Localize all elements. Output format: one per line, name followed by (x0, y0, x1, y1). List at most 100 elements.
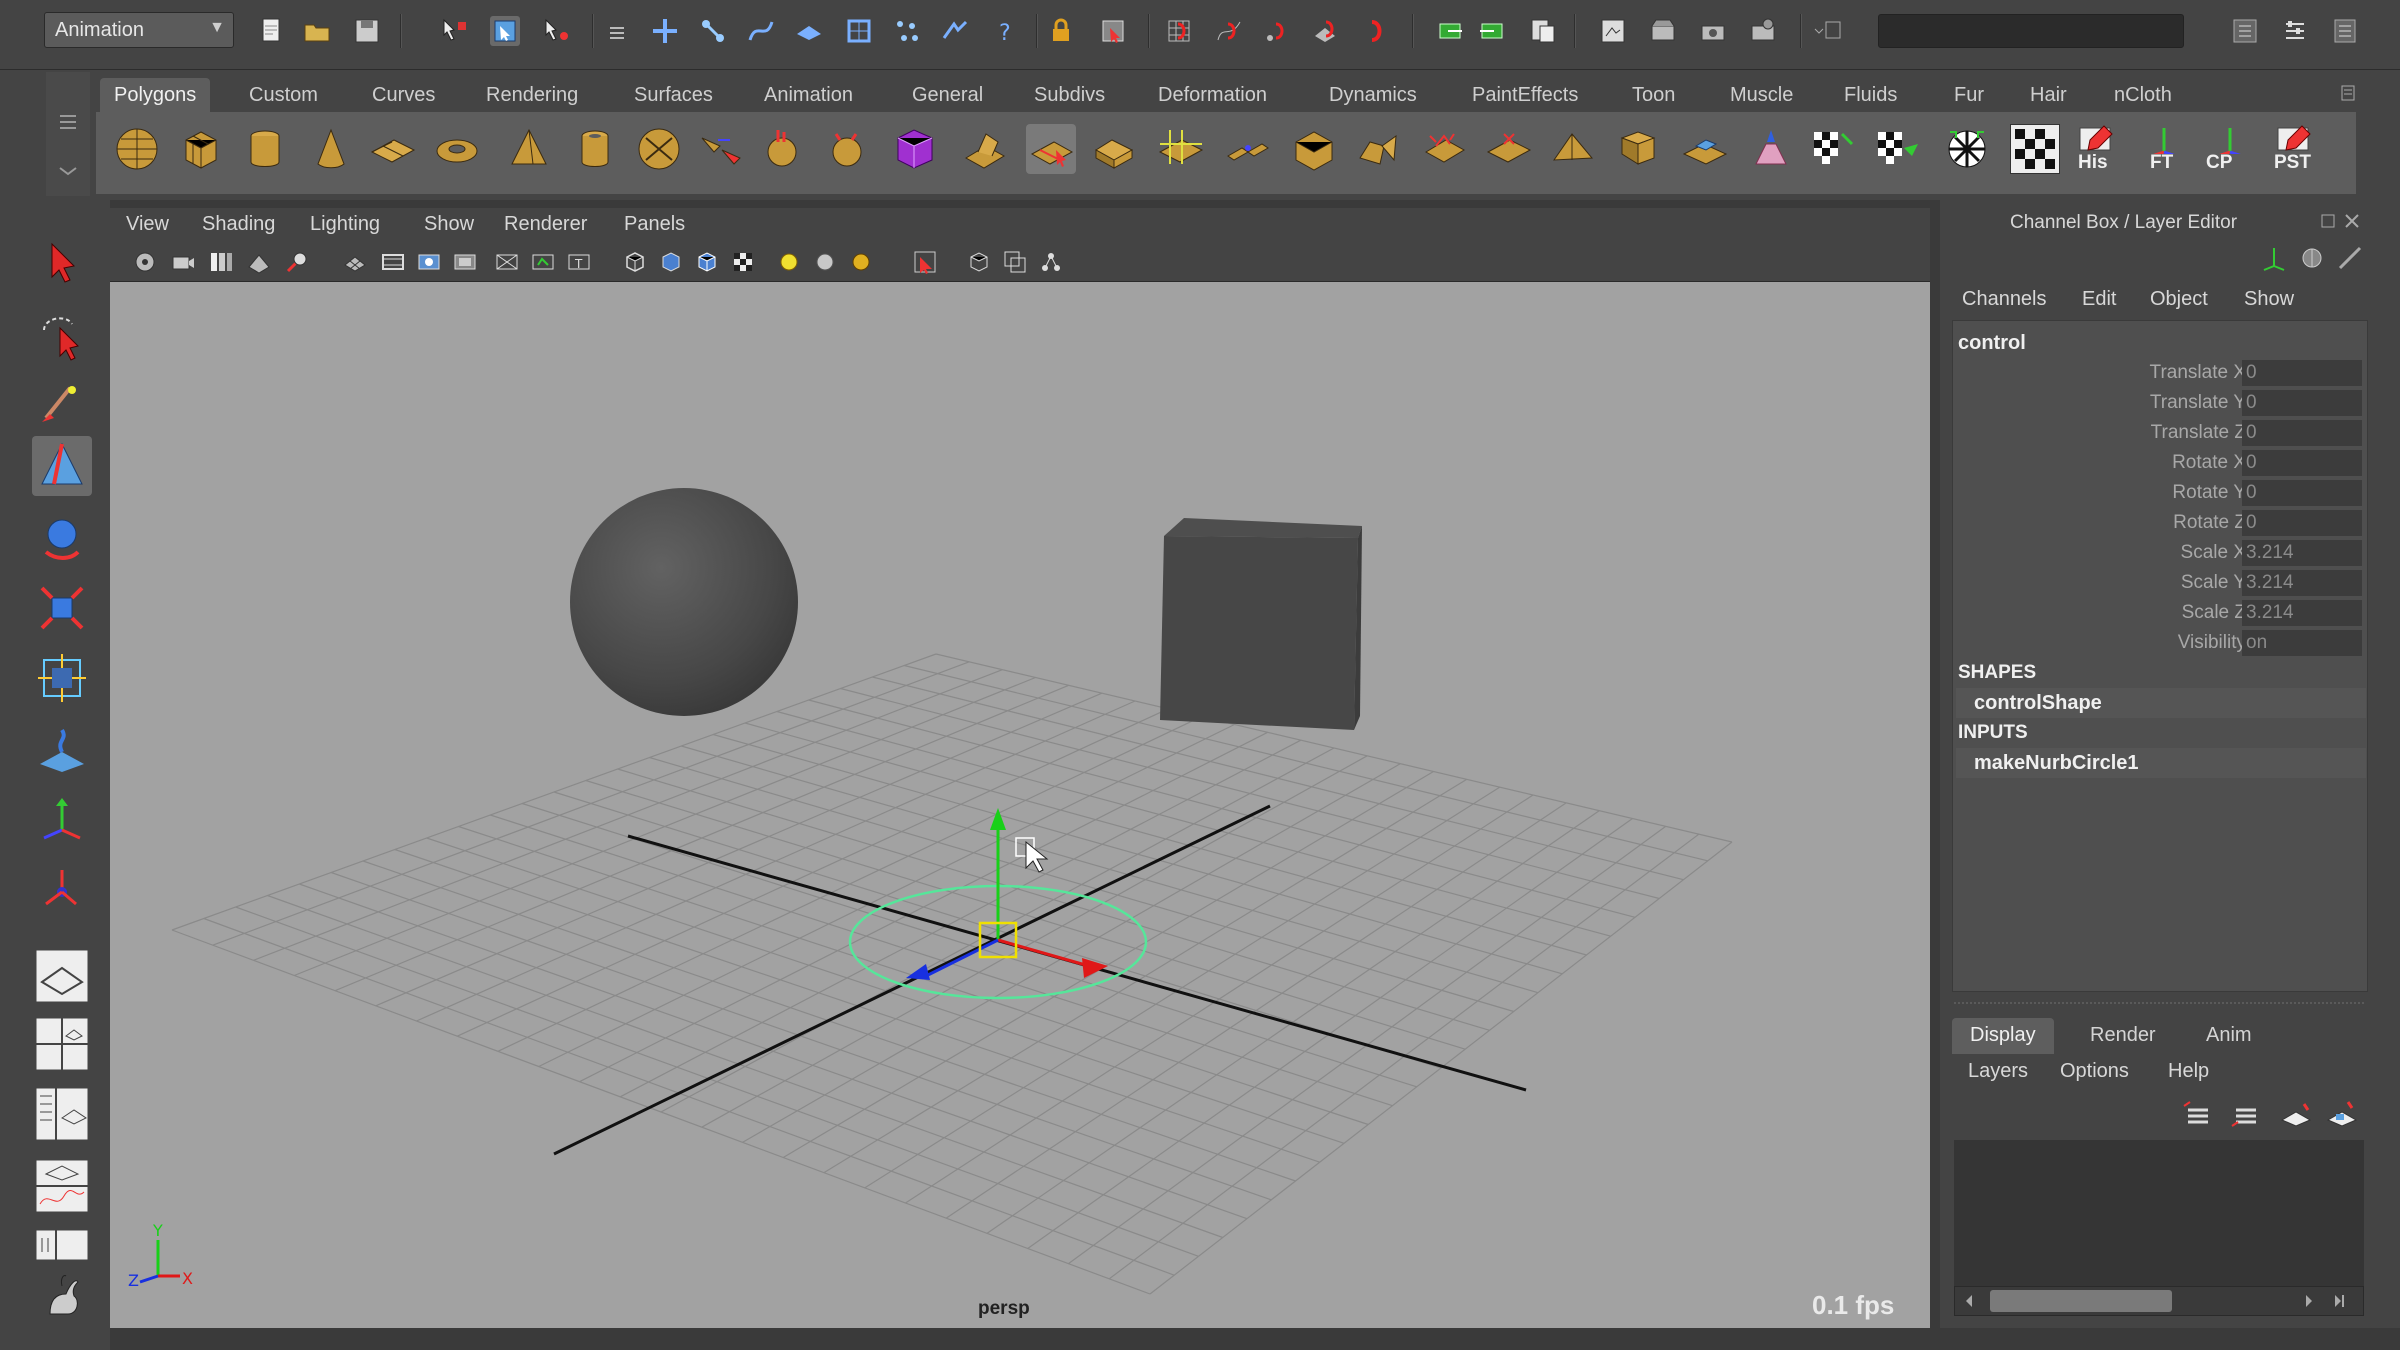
shelf-tab-toon[interactable]: Toon (1618, 78, 1689, 112)
shelf-tab-ncloth[interactable]: nCloth (2100, 78, 2186, 112)
select-dynamics-icon[interactable] (892, 16, 922, 46)
snap-view-plane-icon[interactable] (1312, 16, 1342, 46)
attr-field-translate-y[interactable]: 0 (2242, 390, 2362, 416)
camera-attributes-icon[interactable] (170, 249, 196, 275)
paint-select-tool-icon[interactable] (32, 372, 92, 432)
mask-dropdown-icon[interactable] (602, 16, 632, 46)
poly-cylinder-icon[interactable] (240, 124, 290, 174)
field-chart-icon[interactable] (494, 249, 520, 275)
select-surfaces-icon[interactable] (794, 16, 824, 46)
shelf-tab-animation[interactable]: Animation (750, 78, 867, 112)
poly-sphere-object[interactable] (570, 488, 798, 716)
create-layer-from-selected-icon[interactable] (2324, 1100, 2360, 1130)
use-all-lights-icon[interactable] (812, 249, 838, 275)
select-by-component-icon[interactable] (542, 16, 572, 46)
universal-manipulator-icon[interactable] (32, 648, 92, 708)
smooth-shade-all-icon[interactable] (658, 249, 684, 275)
toggle-channel-box-icon[interactable] (2330, 16, 2360, 46)
bookmarks-icon[interactable] (208, 249, 234, 275)
layer-menu-help[interactable]: Help (2168, 1060, 2209, 1083)
viewport-menu-renderer[interactable]: Renderer (504, 213, 587, 236)
quadrangulate-icon[interactable] (1484, 124, 1534, 174)
select-by-object-icon[interactable] (490, 16, 520, 46)
construction-history-icon[interactable] (1528, 16, 1558, 46)
input-connections-icon[interactable] (1436, 16, 1466, 46)
gate-mask-icon[interactable] (452, 249, 478, 275)
toggle-tool-settings-icon[interactable] (2280, 16, 2310, 46)
isolate-select-icon[interactable] (912, 249, 938, 275)
lock-selection-icon[interactable] (1046, 16, 1076, 46)
snap-grid-icon[interactable] (1164, 16, 1194, 46)
textured-icon[interactable] (730, 249, 756, 275)
menu-set-dropdown[interactable]: Animation ▼ (44, 12, 234, 48)
layer-menu-options[interactable]: Options (2060, 1060, 2129, 1083)
channel-box-menu-show[interactable]: Show (2244, 288, 2294, 311)
xray-joints-icon[interactable] (1002, 249, 1028, 275)
shelf-tab-surfaces[interactable]: Surfaces (620, 78, 727, 112)
last-used-tool-icon[interactable] (32, 860, 92, 920)
combine-icon[interactable] (634, 124, 684, 174)
select-misc-icon[interactable]: ? (990, 16, 1020, 46)
select-joints-icon[interactable] (698, 16, 728, 46)
toggle-attribute-editor-icon[interactable] (2230, 16, 2260, 46)
two-d-pan-zoom-icon[interactable] (284, 249, 310, 275)
bevel-icon[interactable] (1090, 124, 1140, 174)
separate-icon[interactable] (696, 124, 746, 174)
attr-field-rotate-y[interactable]: 0 (2242, 480, 2362, 506)
poly-pipe-icon[interactable] (570, 124, 620, 174)
uv-unfold-icon[interactable] (1942, 124, 1992, 174)
shelf-options-icon[interactable] (2340, 82, 2356, 104)
scroll-right-icon[interactable] (2302, 1292, 2316, 1310)
safe-action-icon[interactable] (530, 249, 556, 275)
grid-toggle-icon[interactable] (342, 249, 368, 275)
shelf-tab-painteffects[interactable]: PaintEffects (1458, 78, 1592, 112)
safe-title-icon[interactable]: T (566, 249, 592, 275)
highlight-selection-icon[interactable] (1098, 16, 1128, 46)
poly-boolean-icon[interactable] (890, 124, 940, 174)
image-plane-icon[interactable] (246, 249, 272, 275)
shelf-tab-general[interactable]: General (898, 78, 997, 112)
poly-torus-icon[interactable] (432, 124, 482, 174)
uv-editor-icon[interactable] (2010, 124, 2060, 174)
layer-tab-display[interactable]: Display (1952, 1018, 2054, 1054)
xray-active-components-icon[interactable] (1038, 249, 1064, 275)
wireframe-icon[interactable] (622, 249, 648, 275)
attr-field-scale-y[interactable]: 3.214 (2242, 570, 2362, 596)
append-polygon-icon[interactable] (1354, 124, 1404, 174)
lasso-tool-icon[interactable] (32, 302, 92, 362)
shelf-tab-polygons[interactable]: Polygons (100, 78, 211, 112)
insert-edge-loop-icon[interactable] (1156, 124, 1206, 174)
shape-node-item[interactable]: controlShape (1956, 688, 2366, 718)
attr-field-rotate-z[interactable]: 0 (2242, 510, 2362, 536)
shadows-icon[interactable] (848, 249, 874, 275)
poly-sphere-icon[interactable] (112, 124, 162, 174)
scroll-end-icon[interactable] (2332, 1292, 2346, 1310)
select-by-hierarchy-icon[interactable] (440, 16, 470, 46)
poly-cube-object[interactable] (1160, 518, 1362, 730)
shelf-tab-rendering[interactable]: Rendering (472, 78, 592, 112)
extract-icon[interactable] (760, 124, 810, 174)
move-tool-icon[interactable] (32, 436, 92, 496)
input-line-dropdown-icon[interactable] (1812, 16, 1842, 46)
save-scene-icon[interactable] (352, 16, 382, 46)
layer-tab-anim[interactable]: Anim (2188, 1018, 2270, 1054)
panel-divider-handle[interactable] (1954, 1002, 2364, 1008)
channel-box-menu-object[interactable]: Object (2150, 288, 2208, 311)
shelf-tab-hair[interactable]: Hair (2016, 78, 2081, 112)
persp-outliner-layout-icon[interactable] (32, 1084, 92, 1144)
triangulate-icon[interactable] (1420, 124, 1470, 174)
selected-node-name[interactable]: control (1958, 332, 2026, 355)
snap-point-icon[interactable] (1262, 16, 1292, 46)
ipr-render-icon[interactable] (1698, 16, 1728, 46)
uv-checker-icon[interactable] (1810, 124, 1860, 174)
quick-selection-field[interactable] (1878, 14, 2184, 48)
viewport-menu-show[interactable]: Show (424, 213, 474, 236)
select-curves-icon[interactable] (746, 16, 776, 46)
select-tool-icon[interactable] (32, 232, 92, 292)
poly-plane-icon[interactable] (368, 124, 418, 174)
shelf-tab-curves[interactable]: Curves (358, 78, 449, 112)
rotate-tool-icon[interactable] (32, 508, 92, 568)
shelf-tab-dynamics[interactable]: Dynamics (1315, 78, 1431, 112)
attr-field-translate-z[interactable]: 0 (2242, 420, 2362, 446)
select-camera-icon[interactable] (132, 249, 158, 275)
